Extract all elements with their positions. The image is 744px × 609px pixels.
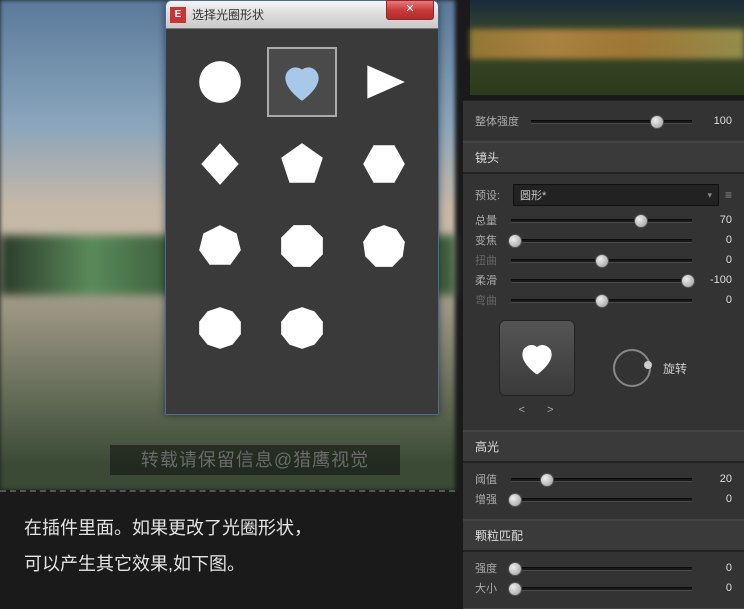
- caption-area: 在插件里面。如果更改了光圈形状， 可以产生其它效果,如下图。: [0, 490, 455, 609]
- master-strength-slider[interactable]: [531, 112, 692, 130]
- preset-menu-icon[interactable]: ≡: [725, 188, 732, 202]
- slider-value: -100: [696, 274, 732, 286]
- 弯曲-slider[interactable]: [511, 291, 692, 309]
- slider-value: 0: [696, 254, 732, 266]
- slider-label: 变焦: [475, 232, 507, 248]
- slider-value: 0: [696, 294, 732, 306]
- 大小-slider[interactable]: [511, 579, 692, 597]
- master-strength-label: 整体强度: [475, 113, 527, 129]
- slider-label: 强度: [475, 560, 507, 576]
- shape-option-octagon[interactable]: [267, 211, 337, 281]
- shape-next-button[interactable]: >: [547, 404, 553, 416]
- slider-label: 柔滑: [475, 272, 507, 288]
- shape-option-triangle[interactable]: [349, 47, 419, 117]
- 总量-slider[interactable]: [511, 211, 692, 229]
- shape-option-pentagon[interactable]: [267, 129, 337, 199]
- shape-prev-button[interactable]: <: [519, 404, 525, 416]
- master-strength-value: 100: [696, 115, 732, 127]
- dialog-title: 选择光圈形状: [192, 6, 386, 23]
- aperture-shape-button[interactable]: [499, 320, 575, 396]
- slider-label: 总量: [475, 212, 507, 228]
- highlight-section-header[interactable]: 高光: [463, 431, 744, 462]
- caption-line: 可以产生其它效果,如下图。: [24, 546, 431, 582]
- app-icon: E: [170, 7, 186, 23]
- 阈值-slider[interactable]: [511, 470, 692, 488]
- preset-label: 预设:: [475, 187, 507, 203]
- shape-option-nonagon[interactable]: [349, 211, 419, 281]
- shape-option-decagon2[interactable]: [267, 293, 337, 363]
- preset-dropdown[interactable]: 圆形*: [513, 184, 719, 206]
- slider-label: 增强: [475, 491, 507, 507]
- slider-label: 弯曲: [475, 292, 507, 308]
- slider-label: 扭曲: [475, 252, 507, 268]
- lens-section-header[interactable]: 镜头: [463, 142, 744, 173]
- slider-value: 0: [696, 493, 732, 505]
- 柔滑-slider[interactable]: [511, 271, 692, 289]
- settings-panel: 整体强度 100 镜头 预设: 圆形* ≡ 总量 70 变焦 0 扭曲 0 柔滑 -100 弯曲…: [463, 100, 744, 609]
- slider-value: 70: [696, 214, 732, 226]
- shape-option-decagon1[interactable]: [185, 293, 255, 363]
- slider-value: 0: [696, 582, 732, 594]
- aperture-shape-dialog: E 选择光圈形状 ✕: [165, 0, 439, 415]
- shape-option-heptagon[interactable]: [185, 211, 255, 281]
- close-button[interactable]: ✕: [386, 0, 434, 20]
- slider-value: 20: [696, 473, 732, 485]
- caption-line: 在插件里面。如果更改了光圈形状，: [24, 510, 431, 546]
- dialog-titlebar[interactable]: E 选择光圈形状 ✕: [166, 1, 438, 29]
- preview-image-thumb: [470, 0, 744, 95]
- watermark-text: 转载请保留信息@猎鹰视觉: [110, 445, 400, 475]
- slider-label: 阈值: [475, 471, 507, 487]
- shape-option-diamond[interactable]: [185, 129, 255, 199]
- slider-label: 大小: [475, 580, 507, 596]
- 增强-slider[interactable]: [511, 490, 692, 508]
- rotation-label: 旋转: [663, 360, 687, 377]
- slider-value: 0: [696, 562, 732, 574]
- rotation-dial[interactable]: [613, 349, 651, 387]
- shape-option-hexagon[interactable]: [349, 129, 419, 199]
- 变焦-slider[interactable]: [511, 231, 692, 249]
- 强度-slider[interactable]: [511, 559, 692, 577]
- shape-option-circle[interactable]: [185, 47, 255, 117]
- 扭曲-slider[interactable]: [511, 251, 692, 269]
- shape-option-heart[interactable]: [267, 47, 337, 117]
- grain-section-header[interactable]: 颗粒匹配: [463, 520, 744, 551]
- slider-value: 0: [696, 234, 732, 246]
